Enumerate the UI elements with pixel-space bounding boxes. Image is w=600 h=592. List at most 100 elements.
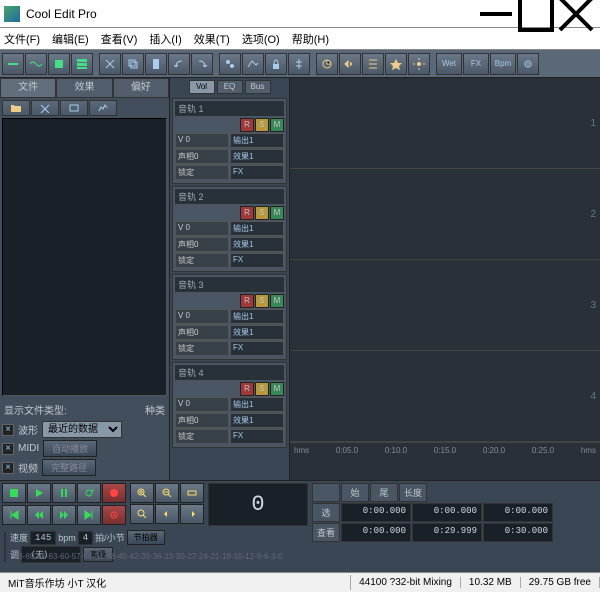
tool-save[interactable]: [48, 53, 70, 75]
go-start-button[interactable]: [2, 505, 26, 525]
zoom-right-button[interactable]: [180, 504, 204, 524]
track-lock[interactable]: 锁定: [175, 253, 229, 268]
track-fxbtn[interactable]: FX: [230, 253, 284, 268]
track-mute[interactable]: M: [270, 118, 284, 132]
tool-cut[interactable]: [99, 53, 121, 75]
tempo-bpm[interactable]: 145: [30, 531, 56, 545]
tab-file[interactable]: 文件: [0, 78, 56, 98]
btn-fullpath[interactable]: 完整路径: [42, 459, 96, 476]
go-end-button[interactable]: [77, 505, 101, 525]
track-mute[interactable]: M: [270, 294, 284, 308]
menu-effects[interactable]: 效果(T): [194, 31, 230, 47]
track-lock[interactable]: 锁定: [175, 341, 229, 356]
tool-paste[interactable]: [145, 53, 167, 75]
forward-button[interactable]: [52, 505, 76, 525]
tool-effect-4[interactable]: [385, 53, 407, 75]
minimize-button[interactable]: [476, 1, 516, 27]
tempo-beats[interactable]: 4: [78, 531, 93, 545]
cb-video[interactable]: ×: [2, 462, 14, 474]
track-pan[interactable]: 声相0: [175, 237, 229, 252]
tool-snap[interactable]: [288, 53, 310, 75]
tool-bpm[interactable]: Bpm: [490, 53, 516, 75]
track-rec[interactable]: R: [240, 382, 254, 396]
track-pan[interactable]: 声相0: [175, 325, 229, 340]
file-edit-icon[interactable]: [60, 100, 88, 116]
menu-view[interactable]: 查看(V): [101, 31, 138, 47]
menu-options[interactable]: 选项(O): [242, 31, 280, 47]
track-mute[interactable]: M: [270, 206, 284, 220]
tool-open[interactable]: [25, 53, 47, 75]
tool-redo[interactable]: [191, 53, 213, 75]
track-pan[interactable]: 声相0: [175, 149, 229, 164]
btn-autoplay[interactable]: 自动播放: [43, 440, 97, 457]
tool-effect-1[interactable]: [316, 53, 338, 75]
track-fxbtn[interactable]: FX: [230, 341, 284, 356]
zoom-sel-button[interactable]: [130, 504, 154, 524]
track-solo[interactable]: S: [255, 294, 269, 308]
track-lock[interactable]: 锁定: [175, 165, 229, 180]
tool-lock[interactable]: [265, 53, 287, 75]
track-fxbtn[interactable]: FX: [230, 165, 284, 180]
sel-begin[interactable]: 0:00.000: [341, 503, 411, 522]
track-title[interactable]: 音轨 1: [175, 101, 284, 116]
track-vol[interactable]: V 0: [175, 397, 229, 412]
trackctl-vol[interactable]: Vol: [189, 80, 215, 94]
track-vol[interactable]: V 0: [175, 133, 229, 148]
track-out[interactable]: 输出1: [230, 397, 284, 412]
trackctl-eq[interactable]: EQ: [217, 80, 243, 94]
cb-midi[interactable]: ×: [2, 443, 14, 455]
track-fx[interactable]: 效果1: [230, 237, 284, 252]
menu-insert[interactable]: 插入(I): [149, 31, 181, 47]
track-vol[interactable]: V 0: [175, 221, 229, 236]
rewind-button[interactable]: [27, 505, 51, 525]
sel-len[interactable]: 0:00.000: [483, 503, 553, 522]
close-button[interactable]: [556, 1, 596, 27]
play-loop-button[interactable]: [77, 483, 101, 503]
recent-select[interactable]: 最近的数据: [42, 421, 122, 438]
tool-effect-5[interactable]: [408, 53, 430, 75]
tool-multitrack[interactable]: [71, 53, 93, 75]
track-fx[interactable]: 效果1: [230, 149, 284, 164]
pause-button[interactable]: [52, 483, 76, 503]
menu-edit[interactable]: 编辑(E): [52, 31, 89, 47]
waveform-area[interactable]: 1 2 3 4 hms 0:05.0 0:10.0 0:15.0 0:20.0 …: [290, 78, 600, 480]
tab-favorites[interactable]: 偏好: [113, 78, 169, 98]
zoom-full-button[interactable]: [180, 483, 204, 503]
file-spectral-icon[interactable]: [89, 100, 117, 116]
track-rec[interactable]: R: [240, 118, 254, 132]
timeline[interactable]: hms 0:05.0 0:10.0 0:15.0 0:20.0 0:25.0 h…: [290, 442, 600, 458]
track-lock[interactable]: 锁定: [175, 429, 229, 444]
track-title[interactable]: 音轨 2: [175, 189, 284, 204]
file-open-icon[interactable]: [2, 100, 30, 116]
sel-end[interactable]: 0:00.000: [412, 503, 482, 522]
cb-wave[interactable]: ×: [2, 424, 14, 436]
tool-effect-3[interactable]: [362, 53, 384, 75]
file-list[interactable]: [2, 118, 167, 396]
track-mute[interactable]: M: [270, 382, 284, 396]
track-pan[interactable]: 声相0: [175, 413, 229, 428]
trackctl-bus[interactable]: Bus: [245, 80, 271, 94]
track-solo[interactable]: S: [255, 118, 269, 132]
tool-effect-2[interactable]: [339, 53, 361, 75]
tool-wet[interactable]: Wet: [436, 53, 462, 75]
track-rec[interactable]: R: [240, 206, 254, 220]
track-out[interactable]: 输出1: [230, 309, 284, 324]
tool-new[interactable]: [2, 53, 24, 75]
track-title[interactable]: 音轨 3: [175, 277, 284, 292]
track-solo[interactable]: S: [255, 382, 269, 396]
track-rec[interactable]: R: [240, 294, 254, 308]
stop-button[interactable]: [2, 483, 26, 503]
track-out[interactable]: 输出1: [230, 221, 284, 236]
menu-help[interactable]: 帮助(H): [292, 31, 329, 47]
track-out[interactable]: 输出1: [230, 133, 284, 148]
tool-undo[interactable]: [168, 53, 190, 75]
file-close-icon[interactable]: [31, 100, 59, 116]
track-fx[interactable]: 效果1: [230, 325, 284, 340]
zoom-out-button[interactable]: [155, 483, 179, 503]
play-button[interactable]: [27, 483, 51, 503]
track-fxbtn[interactable]: FX: [230, 429, 284, 444]
tab-effects[interactable]: 效果: [56, 78, 112, 98]
track-fx[interactable]: 效果1: [230, 413, 284, 428]
record-button[interactable]: [102, 483, 126, 503]
punch-button[interactable]: [102, 505, 126, 525]
